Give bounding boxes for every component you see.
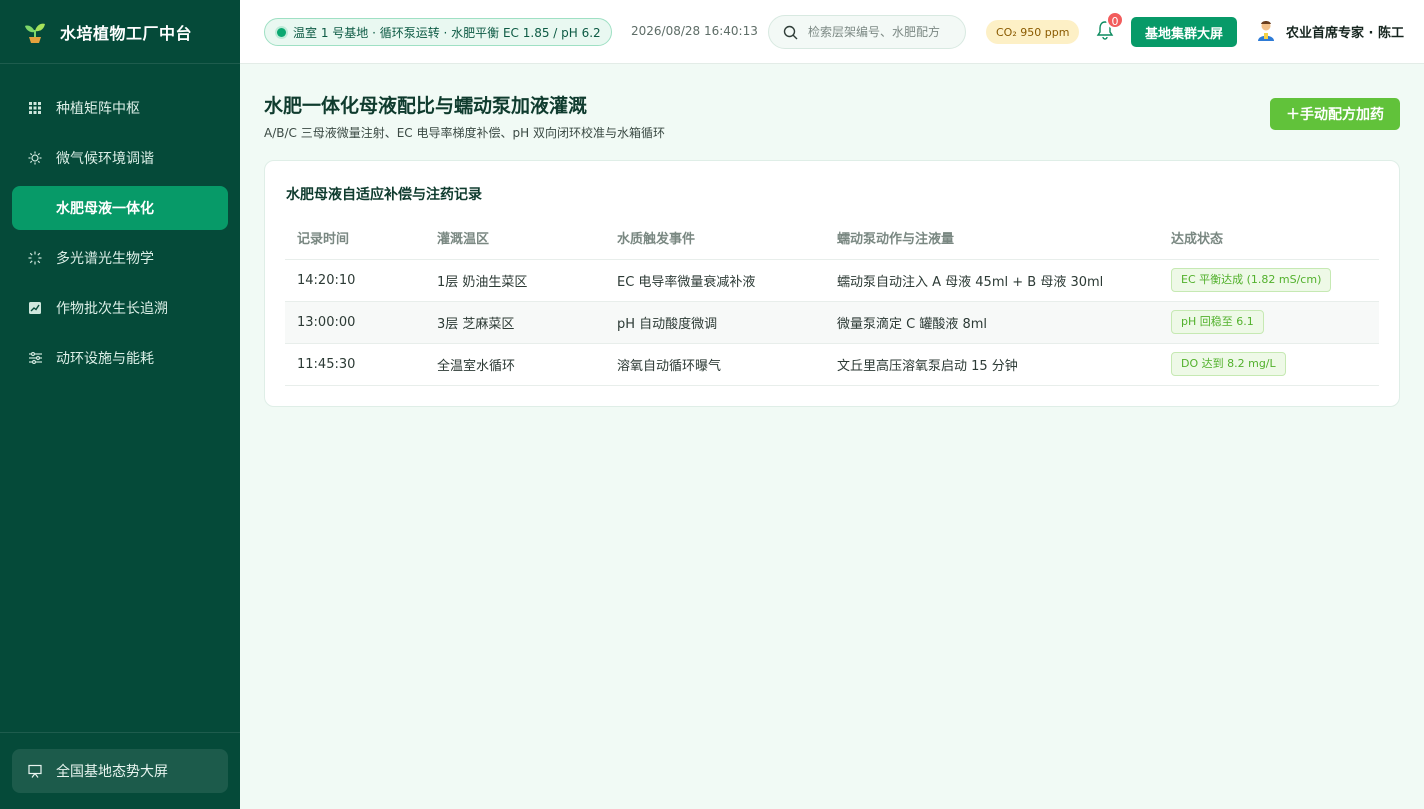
status-badge: DO 达到 8.2 mg/L (1171, 352, 1286, 376)
sun-icon (28, 151, 42, 165)
sidebar-item-label: 种植矩阵中枢 (56, 101, 140, 117)
chart-icon (28, 301, 42, 315)
sidebar-item-microclimate[interactable]: 微气候环境调谐 (12, 136, 228, 180)
cell-action: 微量泵滴定 C 罐酸液 8ml (825, 301, 1159, 344)
records-card: 水肥母液自适应补偿与注药记录 记录时间 灌溉温区 水质触发事件 蠕动泵动作与注液… (264, 160, 1400, 407)
sidebar-item-label: 作物批次生长追溯 (56, 301, 168, 317)
cell-time: 13:00:00 (285, 301, 425, 344)
column-header-time: 记录时间 (285, 217, 425, 260)
sprout-logo-icon (25, 23, 45, 43)
cluster-screen-button[interactable]: 基地集群大屏 (1131, 17, 1237, 47)
cell-action: 蠕动泵自动注入 A 母液 45ml + B 母液 30ml (825, 259, 1159, 302)
records-card-title: 水肥母液自适应补偿与注药记录 (286, 187, 482, 203)
search-input[interactable] (806, 24, 956, 40)
records-table: 记录时间 灌溉温区 水质触发事件 蠕动泵动作与注液量 达成状态 14:20:10… (285, 217, 1379, 386)
sidebar-item-growth-trace[interactable]: 作物批次生长追溯 (12, 286, 228, 330)
manual-dosing-button[interactable]: ＋手动配方加药 (1270, 98, 1400, 130)
top-header: 温室 1 号基地 · 循环泵运转 · 水肥平衡 EC 1.85 / pH 6.2… (240, 0, 1424, 64)
table-row: 11:45:30 全温室水循环 溶氧自动循环曝气 文丘里高压溶氧泵启动 15 分… (285, 343, 1379, 386)
sidebar-nav: 种植矩阵中枢 微气候环境调谐 水肥母液一体化 多光谱光生物学 作物批次生长追溯 … (0, 64, 240, 380)
search-icon (783, 25, 798, 39)
national-dashboard-label: 全国基地态势大屏 (56, 764, 168, 780)
table-header-row: 记录时间 灌溉温区 水质触发事件 蠕动泵动作与注液量 达成状态 (285, 217, 1379, 260)
app-title: 水培植物工厂中台 (60, 23, 193, 43)
column-header-action: 蠕动泵动作与注液量 (825, 217, 1159, 260)
cell-time: 11:45:30 (285, 343, 425, 386)
sparkle-icon (28, 251, 42, 265)
sidebar-item-facilities-energy[interactable]: 动环设施与能耗 (12, 336, 228, 380)
sidebar-item-planting-matrix[interactable]: 种植矩阵中枢 (12, 86, 228, 130)
sidebar-item-label: 水肥母液一体化 (56, 201, 154, 217)
cell-status: DO 达到 8.2 mg/L (1159, 343, 1379, 386)
sidebar-item-label: 多光谱光生物学 (56, 251, 154, 267)
sidebar-item-label: 微气候环境调谐 (56, 151, 154, 167)
sidebar-item-nutrient-solution[interactable]: 水肥母液一体化 (12, 186, 228, 230)
notification-count-badge: 0 (1106, 11, 1124, 29)
cell-zone: 3层 芝麻菜区 (425, 301, 605, 344)
national-dashboard-button[interactable]: 全国基地态势大屏 (12, 749, 228, 793)
cell-zone: 1层 奶油生菜区 (425, 259, 605, 302)
cell-event: 溶氧自动循环曝气 (605, 343, 825, 386)
status-badge: pH 回稳至 6.1 (1171, 310, 1264, 334)
user-name: 农业首席专家 · 陈工 (1286, 25, 1404, 41)
datetime: 2026/08/28 16:40:13 (631, 24, 758, 38)
status-dot-icon (277, 27, 286, 37)
brand: 水培植物工厂中台 (0, 0, 240, 64)
presentation-board-icon (28, 764, 42, 778)
sliders-icon (28, 351, 42, 365)
search-box[interactable] (768, 15, 966, 49)
cell-status: pH 回稳至 6.1 (1159, 301, 1379, 344)
user-menu[interactable]: 农业首席专家 · 陈工 (1256, 20, 1404, 42)
page-subtitle: A/B/C 三母液微量注射、EC 电导率梯度补偿、pH 双向闭环校准与水箱循环 (264, 126, 665, 140)
table-row: 13:00:00 3层 芝麻菜区 pH 自动酸度微调 微量泵滴定 C 罐酸液 8… (285, 301, 1379, 344)
column-header-event: 水质触发事件 (605, 217, 825, 260)
co2-badge: CO₂ 950 ppm (986, 20, 1080, 44)
table-row: 14:20:10 1层 奶油生菜区 EC 电导率微量衰减补液 蠕动泵自动注入 A… (285, 259, 1379, 302)
sidebar: 水培植物工厂中台 种植矩阵中枢 微气候环境调谐 水肥母液一体化 多光谱光生物学 … (0, 0, 240, 809)
status-pill: 温室 1 号基地 · 循环泵运转 · 水肥平衡 EC 1.85 / pH 6.2 (264, 18, 612, 46)
cell-event: pH 自动酸度微调 (605, 301, 825, 344)
cell-time: 14:20:10 (285, 259, 425, 302)
sidebar-footer: 全国基地态势大屏 (0, 732, 240, 809)
sidebar-item-multispectral[interactable]: 多光谱光生物学 (12, 236, 228, 280)
cell-zone: 全温室水循环 (425, 343, 605, 386)
cell-status: EC 平衡达成 (1.82 mS/cm) (1159, 259, 1379, 302)
grid-icon (28, 101, 42, 115)
status-text: 温室 1 号基地 · 循环泵运转 · 水肥平衡 EC 1.85 / pH 6.2 (293, 25, 601, 40)
cell-action: 文丘里高压溶氧泵启动 15 分钟 (825, 343, 1159, 386)
column-header-zone: 灌溉温区 (425, 217, 605, 260)
avatar (1258, 21, 1274, 41)
status-badge: EC 平衡达成 (1.82 mS/cm) (1171, 268, 1332, 292)
column-header-status: 达成状态 (1159, 217, 1379, 260)
cell-event: EC 电导率微量衰减补液 (605, 259, 825, 302)
sidebar-item-label: 动环设施与能耗 (56, 351, 154, 367)
page-title: 水肥一体化母液配比与蠕动泵加液灌溉 (264, 95, 588, 117)
